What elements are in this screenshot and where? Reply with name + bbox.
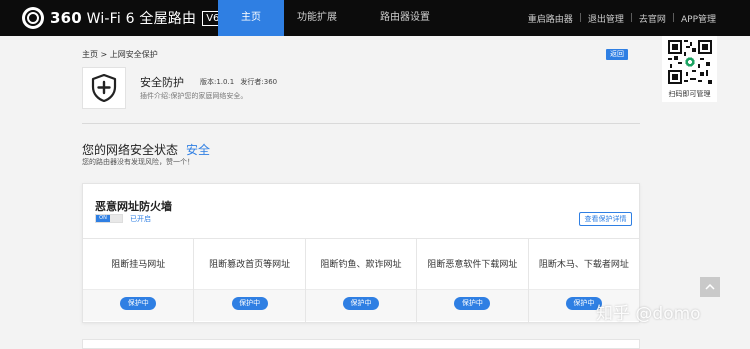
shield-plus-icon — [82, 67, 126, 109]
brand-number: 360 — [50, 9, 82, 27]
breadcrumb-home[interactable]: 主页 — [82, 50, 98, 59]
protection-item: 阻断挂马网址 保护中 — [83, 239, 195, 322]
protection-label: 阻断挂马网址 — [111, 260, 166, 270]
tab-home[interactable]: 主页 — [218, 0, 284, 36]
toggle-on-label: ON — [96, 215, 110, 222]
protection-item: 阻断恶意软件下载网址 保护中 — [417, 239, 529, 322]
plugin-publisher: 发行者:360 — [240, 78, 278, 86]
plugin-title: 安全防护 — [140, 76, 184, 89]
back-button[interactable]: 返回 — [606, 49, 628, 60]
protection-label: 阻断篡改首页等网址 — [209, 260, 291, 270]
tab-router-settings[interactable]: 路由器设置 — [350, 0, 460, 36]
divider: | — [629, 13, 633, 23]
protection-item: 阻断钓鱼、欺诈网址 保护中 — [305, 239, 418, 322]
protection-label: 阻断木马、下载者网址 — [538, 260, 629, 270]
plugin-meta: 版本:1.0.1 发行者:360 — [200, 77, 277, 87]
view-details-button[interactable]: 查看保护详情 — [579, 212, 632, 226]
breadcrumb-current: 上网安全保护 — [109, 50, 158, 59]
qr-code-icon — [666, 38, 714, 86]
firewall-card: 恶意网址防火墙 ON 已开启 查看保护详情 阻断挂马网址 保护中 阻断篡改首页等… — [82, 183, 640, 323]
logout-link[interactable]: 退出管理 — [588, 12, 624, 25]
protection-label: 阻断恶意软件下载网址 — [427, 260, 518, 270]
status-badge: 保护中 — [231, 297, 268, 310]
status-value: 安全 — [186, 143, 211, 157]
watermark: 知乎 @domo — [596, 304, 701, 324]
tab-extensions[interactable]: 功能扩展 — [284, 0, 350, 36]
protection-item: 阻断篡改首页等网址 保护中 — [194, 239, 306, 322]
status-badge: 保护中 — [120, 297, 157, 310]
scroll-to-top-button[interactable] — [700, 277, 720, 297]
status-subtext: 您的路由器没有发现风险，赞一个！ — [82, 158, 194, 166]
top-links: 重启路由器 | 退出管理 | 去官网 | APP管理 — [528, 0, 716, 36]
brand: 360 Wi-Fi 6 全屋路由 V6 — [0, 0, 224, 36]
status-badge: 保护中 — [454, 297, 491, 310]
brand-text: Wi-Fi 6 全屋路由 — [86, 11, 197, 27]
status-badge: 保护中 — [343, 297, 380, 310]
top-navigation-bar: 360 Wi-Fi 6 全屋路由 V6 主页 功能扩展 路由器设置 重启路由器 … — [0, 0, 750, 36]
plugin-description: 插件介绍:保护您的家庭网络安全。 — [140, 92, 248, 100]
360-logo-icon — [22, 7, 44, 29]
chevron-up-icon — [705, 284, 715, 290]
divider: | — [671, 13, 675, 23]
qr-panel: 扫码即可管理 — [662, 36, 717, 102]
divider: | — [578, 13, 582, 23]
security-status: 您的网络安全状态 安全 — [82, 141, 210, 158]
firewall-toggle[interactable]: ON — [95, 214, 123, 223]
plugin-version: 版本:1.0.1 — [200, 78, 235, 86]
protection-label: 阻断钓鱼、欺诈网址 — [320, 260, 402, 270]
status-label: 您的网络安全状态 — [82, 143, 179, 157]
card-title: 恶意网址防火墙 — [95, 200, 172, 213]
qr-caption: 扫码即可管理 — [668, 90, 711, 98]
protection-grid: 阻断挂马网址 保护中 阻断篡改首页等网址 保护中 阻断钓鱼、欺诈网址 保护中 阻… — [83, 238, 640, 322]
official-site-link[interactable]: 去官网 — [639, 12, 666, 25]
toggle-state: 已开启 — [130, 215, 151, 223]
main-content: 主页 > 上网安全保护 返回 安全防护 版本:1.0.1 发行者:360 插件介… — [82, 36, 642, 349]
brand-name: 360 Wi-Fi 6 全屋路由 — [50, 8, 196, 28]
main-tabs: 主页 功能扩展 路由器设置 — [218, 0, 460, 36]
breadcrumb: 主页 > 上网安全保护 — [82, 49, 158, 60]
section-divider — [82, 123, 640, 124]
app-manage-link[interactable]: APP管理 — [681, 12, 716, 25]
reboot-router-link[interactable]: 重启路由器 — [528, 12, 573, 25]
breadcrumb-separator: > — [100, 50, 108, 59]
next-card — [82, 339, 640, 349]
